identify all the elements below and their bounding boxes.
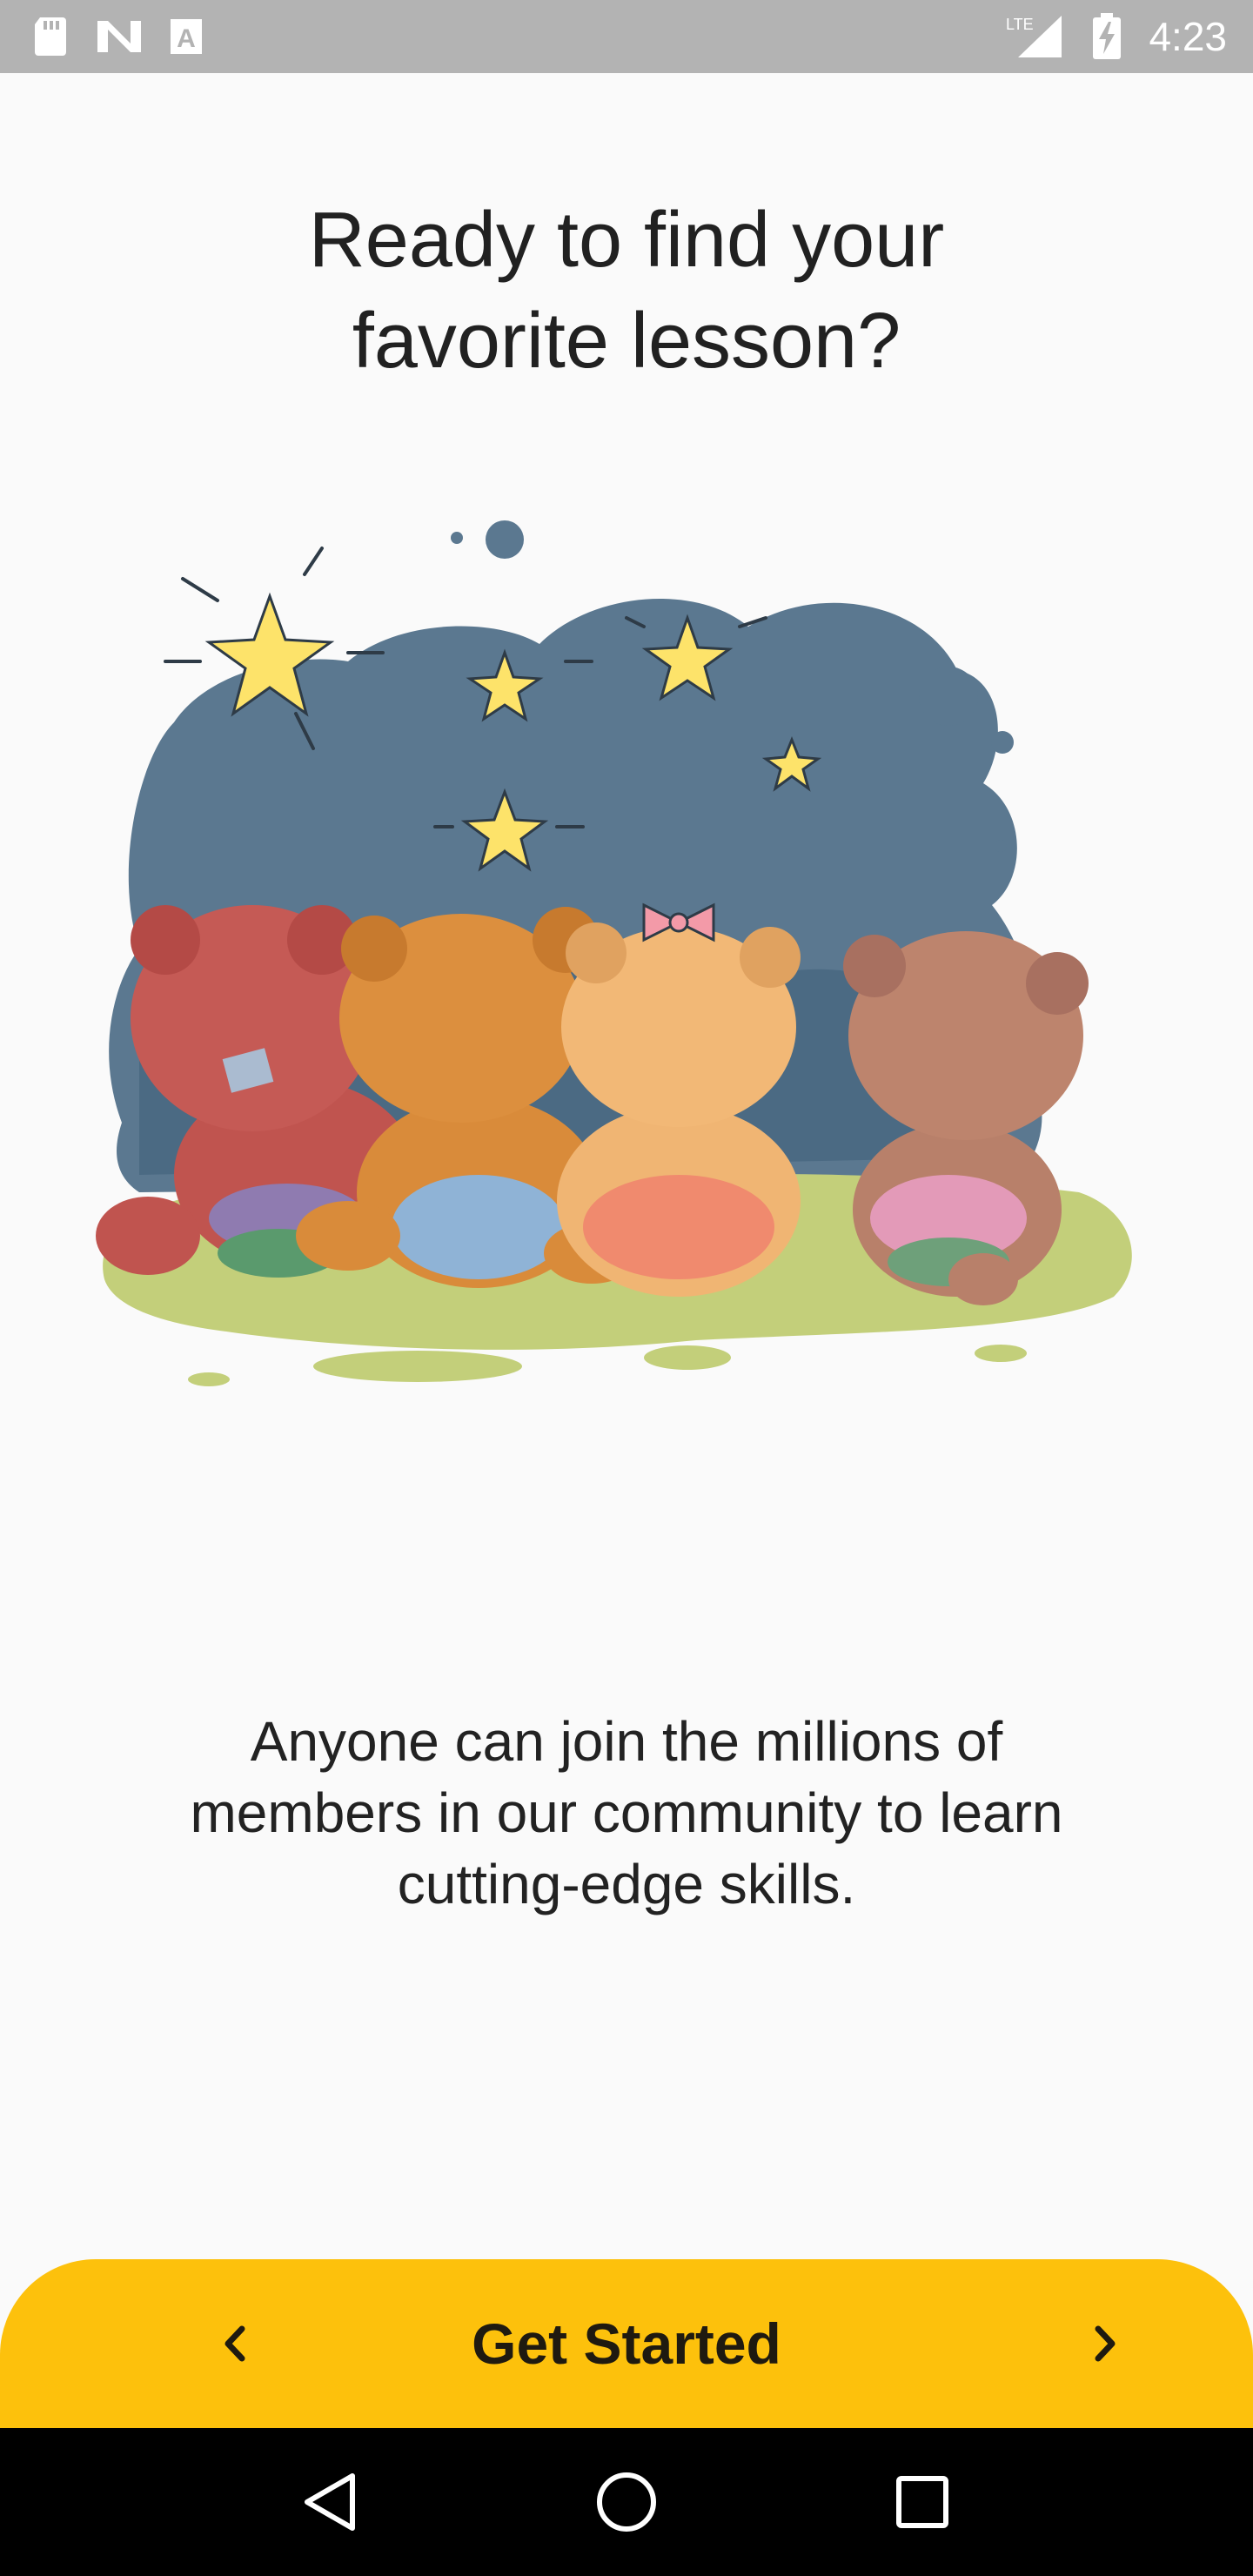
chevron-left-icon: [224, 2325, 245, 2362]
page-title: Ready to find your favorite lesson?: [0, 190, 1253, 392]
back-button[interactable]: [287, 2459, 374, 2546]
svg-text:A: A: [177, 24, 196, 53]
next-button[interactable]: [1070, 2309, 1140, 2378]
recents-icon: [896, 2476, 948, 2528]
description-text: Anyone can join the millions of members …: [104, 1706, 1149, 1920]
n-icon: [97, 21, 141, 52]
signal-icon: LTE: [1006, 16, 1062, 57]
system-navigation-bar: [0, 2428, 1253, 2576]
description-line-1: Anyone can join the millions of: [250, 1710, 1003, 1773]
description-line-2: members in our community to learn: [190, 1781, 1063, 1844]
a-icon: A: [171, 19, 202, 54]
teddy-bears-illustration: [96, 520, 1132, 1386]
onboarding-screen: A LTE 4:23 Ready to find your favorite l…: [0, 0, 1253, 2576]
status-left-icons: A: [31, 16, 204, 57]
recents-button[interactable]: [879, 2459, 966, 2546]
sd-card-icon: [35, 17, 66, 56]
home-icon: [597, 2472, 656, 2532]
chevron-right-icon: [1095, 2325, 1116, 2362]
description-line-3: cutting-edge skills.: [397, 1853, 856, 1915]
get-started-bar: Get Started: [0, 2259, 1253, 2428]
home-button[interactable]: [583, 2459, 670, 2546]
network-label: LTE: [1006, 16, 1034, 33]
previous-button[interactable]: [200, 2309, 270, 2378]
get-started-button[interactable]: Get Started: [472, 2311, 781, 2377]
page-title-line-1: Ready to find your: [308, 197, 945, 284]
battery-charging-icon: [1093, 13, 1122, 59]
status-right-icons: LTE 4:23: [1004, 13, 1227, 60]
status-bar: A LTE 4:23: [0, 0, 1253, 73]
status-time: 4:23: [1149, 14, 1227, 59]
back-icon: [305, 2473, 355, 2531]
page-title-line-2: favorite lesson?: [352, 298, 901, 385]
